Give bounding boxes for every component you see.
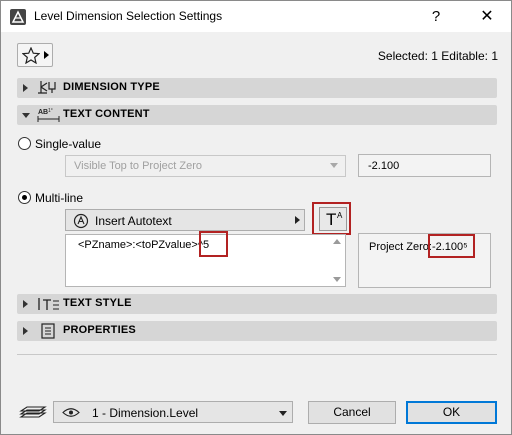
star-icon xyxy=(22,47,40,64)
section-label: TEXT CONTENT xyxy=(63,108,150,120)
single-value-select: Visible Top to Project Zero xyxy=(65,155,346,177)
text-style-icon xyxy=(38,298,59,310)
chevron-right-icon xyxy=(295,216,300,224)
layer-select-value: 1 - Dimension.Level xyxy=(92,406,199,420)
expand-arrow-icon xyxy=(23,300,28,308)
section-text-content[interactable]: AB 1° TEXT CONTENT xyxy=(17,105,497,125)
multi-line-radio[interactable] xyxy=(18,191,31,204)
svg-text:AB: AB xyxy=(38,109,48,116)
scroll-down-icon[interactable] xyxy=(333,277,341,282)
section-label: DIMENSION TYPE xyxy=(63,81,160,93)
section-label: PROPERTIES xyxy=(63,324,136,336)
dialog-window: Level Dimension Selection Settings ? ✕ S… xyxy=(0,0,512,435)
single-value-radio[interactable] xyxy=(18,137,31,150)
close-button[interactable]: ✕ xyxy=(467,3,507,31)
chevron-down-icon xyxy=(279,411,287,416)
cancel-button[interactable]: Cancel xyxy=(308,401,396,424)
single-value-value: -2.100 xyxy=(368,160,400,172)
window-title: Level Dimension Selection Settings xyxy=(34,9,223,23)
dimension-type-icon xyxy=(38,81,56,94)
scroll-up-icon[interactable] xyxy=(333,239,341,244)
section-dimension-type[interactable]: DIMENSION TYPE xyxy=(17,78,497,98)
ok-button[interactable]: OK xyxy=(406,401,497,424)
single-value-label: Single-value xyxy=(35,137,102,151)
chevron-down-icon xyxy=(330,163,338,168)
multi-line-label: Multi-line xyxy=(35,191,84,205)
autotext-icon xyxy=(73,213,89,229)
section-label: TEXT STYLE xyxy=(63,297,132,309)
eye-icon xyxy=(62,408,80,417)
highlight-box-format-button xyxy=(312,202,351,235)
section-text-style[interactable]: TEXT STYLE xyxy=(17,294,497,314)
insert-autotext-button[interactable]: Insert Autotext xyxy=(65,209,305,231)
title-bar: Level Dimension Selection Settings ? ✕ xyxy=(1,1,511,32)
help-button[interactable]: ? xyxy=(421,3,451,31)
multi-line-text-content: <PZname>:<toPZvalue>^5 xyxy=(78,239,210,251)
single-value-select-text: Visible Top to Project Zero xyxy=(74,160,202,172)
favorites-button[interactable] xyxy=(17,43,53,67)
archicad-app-icon xyxy=(10,9,26,25)
section-properties[interactable]: PROPERTIES xyxy=(17,321,497,341)
selection-count: Selected: 1 Editable: 1 xyxy=(377,49,498,63)
single-value-field: -2.100 xyxy=(358,154,491,177)
chevron-right-icon xyxy=(44,51,49,59)
highlight-box-preview-value xyxy=(428,234,475,258)
layer-select[interactable]: 1 - Dimension.Level xyxy=(53,401,293,423)
expand-arrow-icon xyxy=(23,327,28,335)
text-content-icon: AB 1° xyxy=(37,108,60,122)
properties-icon xyxy=(41,323,55,339)
expand-arrow-icon xyxy=(23,84,28,92)
layer-icon xyxy=(19,406,47,418)
collapse-arrow-icon xyxy=(22,113,30,118)
highlight-box-superscript xyxy=(199,231,228,257)
insert-autotext-label: Insert Autotext xyxy=(95,214,172,228)
svg-text:1°: 1° xyxy=(48,108,53,114)
footer-divider xyxy=(17,354,497,355)
